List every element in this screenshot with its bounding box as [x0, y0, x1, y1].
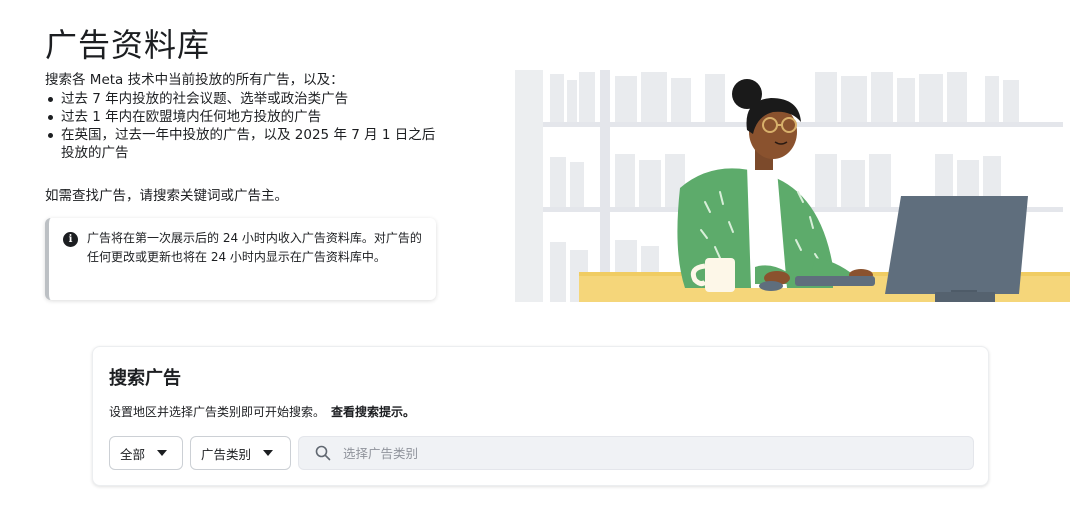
caret-down-icon — [157, 450, 168, 456]
page-title: 广告资料库 — [45, 26, 211, 64]
intro-list: 过去 7 年内投放的社会议题、选举或政治类广告 过去 1 年内在欧盟境内任何地方… — [45, 90, 445, 162]
search-tips-link[interactable]: 查看搜索提示。 — [331, 405, 415, 419]
search-ads-card: 搜索广告 设置地区并选择广告类别即可开始搜索。 查看搜索提示。 全部 广告类别 — [92, 346, 989, 486]
region-dropdown-label: 全部 — [120, 446, 146, 462]
find-instructions: 如需查找广告，请搜索关键词或广告主。 — [45, 188, 288, 204]
search-ads-title: 搜索广告 — [109, 368, 181, 389]
info-notice: i 广告将在第一次展示后的 24 小时内收入广告资料库。对广告的任何更改或更新也… — [45, 218, 436, 300]
intro-list-item: 在英国，过去一年中投放的广告，以及 2025 年 7 月 1 日之后投放的广告 — [45, 126, 445, 162]
search-hint: 设置地区并选择广告类别即可开始搜索。 查看搜索提示。 — [109, 403, 415, 420]
intro-text: 搜索各 Meta 技术中当前投放的所有广告，以及： 过去 7 年内投放的社会议题… — [45, 71, 445, 162]
search-icon — [315, 445, 331, 461]
search-hint-text: 设置地区并选择广告类别即可开始搜索。 — [109, 405, 326, 419]
search-input[interactable] — [343, 445, 943, 461]
intro-list-item: 过去 7 年内投放的社会议题、选举或政治类广告 — [45, 90, 445, 108]
caret-down-icon — [263, 450, 274, 456]
ad-category-dropdown[interactable]: 广告类别 — [190, 436, 291, 470]
search-box[interactable] — [298, 436, 974, 470]
ad-category-dropdown-label: 广告类别 — [201, 446, 252, 462]
intro-lead: 搜索各 Meta 技术中当前投放的所有广告，以及： — [45, 72, 344, 88]
region-dropdown[interactable]: 全部 — [109, 436, 183, 470]
hero-illustration — [515, 70, 1070, 302]
intro-list-item: 过去 1 年内在欧盟境内任何地方投放的广告 — [45, 108, 445, 126]
notice-text: 广告将在第一次展示后的 24 小时内收入广告资料库。对广告的任何更改或更新也将在… — [87, 231, 422, 264]
keyboard — [795, 276, 875, 286]
info-icon: i — [63, 232, 78, 247]
monitor-icon — [885, 196, 1028, 302]
